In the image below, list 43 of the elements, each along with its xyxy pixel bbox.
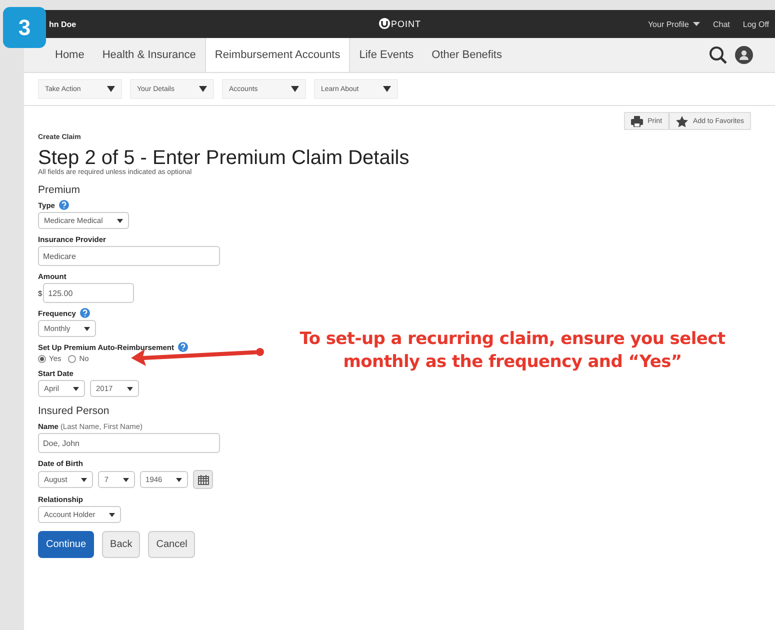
caret-icon xyxy=(84,326,90,330)
amount-field[interactable]: 125.00 xyxy=(43,283,134,303)
nav-tab[interactable]: Other Benefits xyxy=(422,38,511,72)
logo-text: POINT xyxy=(391,18,422,28)
caret-icon xyxy=(383,86,391,92)
nav-tab[interactable]: Reimbursement Accounts xyxy=(204,38,350,72)
logo-icon xyxy=(379,18,390,29)
caret-icon xyxy=(116,218,123,222)
radio-button[interactable] xyxy=(38,354,46,362)
text-field[interactable]: Medicare xyxy=(38,246,220,266)
printer-icon xyxy=(630,116,643,126)
profile-menu[interactable]: Your Profile xyxy=(648,20,700,28)
calendar-button[interactable] xyxy=(193,470,214,489)
step-badge: 3 xyxy=(3,7,46,48)
calendar-icon xyxy=(198,474,209,484)
caret-icon xyxy=(109,512,116,516)
user-name: hn Doe xyxy=(49,20,76,28)
search-icon xyxy=(709,46,727,64)
text-field[interactable]: Doe, John xyxy=(38,433,220,453)
annotation-text: To set-up a recurring claim, ensure you select monthly as the frequency and “Yes” xyxy=(298,328,726,374)
nav-tab[interactable]: Home xyxy=(46,38,94,72)
caret-icon xyxy=(176,478,182,482)
page-title: Step 2 of 5 - Enter Premium Claim Details xyxy=(38,147,410,169)
caret-icon xyxy=(107,86,115,92)
caret-icon xyxy=(199,86,207,92)
section-heading: Premium xyxy=(38,184,82,196)
form-button[interactable]: Cancel xyxy=(148,531,196,558)
caret-icon xyxy=(81,478,88,482)
section-heading: Insured Person xyxy=(38,405,110,417)
caret-icon xyxy=(291,86,299,92)
star-icon xyxy=(676,116,688,126)
top-link[interactable]: Log Off xyxy=(742,20,769,28)
caret-icon xyxy=(122,478,129,482)
caret-icon xyxy=(73,386,80,390)
caret-icon xyxy=(126,386,133,390)
top-link[interactable]: Chat xyxy=(713,20,730,28)
nav-tab[interactable]: Health & Insurance xyxy=(93,38,205,72)
form-button[interactable]: Back xyxy=(102,531,140,558)
caret-icon xyxy=(693,22,700,26)
avatar-icon xyxy=(735,46,753,64)
nav-tab[interactable]: Life Events xyxy=(350,38,423,72)
radio-button[interactable] xyxy=(68,354,76,362)
form-button[interactable]: Continue xyxy=(38,531,94,558)
